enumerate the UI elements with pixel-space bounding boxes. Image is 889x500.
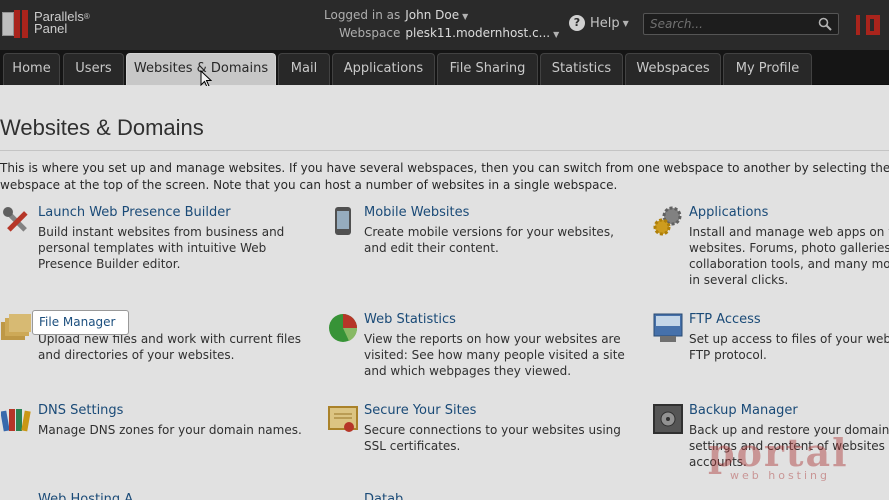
desc-line: SSL certificates. — [364, 439, 461, 453]
feature-title[interactable]: Launch Web Presence Builder — [38, 205, 231, 220]
feature-description: Install and manage web apps on yo websit… — [689, 224, 889, 288]
feature-title[interactable]: FTP Access — [689, 312, 761, 327]
desc-line: Build instant websites from business and — [38, 225, 285, 239]
tab-users[interactable]: Users — [63, 53, 124, 85]
portal-watermark: portal web hosting — [708, 430, 849, 482]
parallels-logo-icon — [0, 8, 30, 38]
desc-line: and directories of your websites. — [38, 348, 235, 362]
tab-home[interactable]: Home — [3, 53, 60, 85]
main-tabs: Home Users Websites & Domains Mail Appli… — [0, 50, 889, 85]
desc-line: in several clicks. — [689, 273, 789, 287]
chevron-down-icon[interactable]: ▼ — [462, 12, 468, 21]
desc-line: Manage DNS zones for your domain names. — [38, 423, 302, 437]
feature-description: Manage DNS zones for your domain names. — [38, 422, 302, 438]
file-manager-link[interactable]: File Manager — [33, 311, 128, 334]
feature-description: View the reports on how your websites ar… — [364, 331, 625, 379]
logged-in-label: Logged in as — [324, 8, 401, 22]
ftp-icon — [653, 313, 683, 342]
help-menu[interactable]: ? Help ▼ — [569, 15, 629, 31]
feature-description: Create mobile versions for your websites… — [364, 224, 624, 256]
tab-statistics[interactable]: Statistics — [540, 53, 623, 85]
account-info: Logged in as John Doe ▼ Webspace plesk11.mo… — [324, 7, 559, 43]
intro-line-2: webspace at the top of the screen. Note … — [0, 178, 618, 192]
help-label: Help — [590, 15, 620, 31]
webspace-label: Webspace — [339, 26, 401, 40]
feature-title: File Manager — [39, 315, 116, 329]
desc-line: and which webpages they viewed. — [364, 364, 572, 378]
feature-title[interactable]: DNS Settings — [38, 403, 123, 418]
top-header: Parallels® Panel Logged in as John Doe ▼ W… — [0, 0, 889, 50]
feature-title[interactable]: Web Hosting A... — [38, 492, 145, 500]
chevron-down-icon: ▼ — [622, 18, 629, 28]
folders-icon — [1, 314, 31, 340]
parallels-logo[interactable]: Parallels® Panel — [0, 8, 90, 38]
tab-file-sharing[interactable]: File Sharing — [437, 53, 538, 85]
tab-applications[interactable]: Applications — [332, 53, 435, 85]
gears-icon — [653, 206, 682, 236]
search-box — [643, 13, 839, 35]
desc-line: Set up access to files of your webs — [689, 332, 889, 346]
desc-line: visited: See how many people visited a s… — [364, 348, 625, 362]
tab-my-profile[interactable]: My Profile — [723, 53, 812, 85]
desc-line: Create mobile versions for your websites… — [364, 225, 614, 239]
brand-reg: ® — [83, 12, 90, 21]
feature-description: Secure connections to your websites usin… — [364, 422, 624, 454]
feature-title[interactable]: Secure Your Sites — [364, 403, 476, 418]
desc-line: Install and manage web apps on yo — [689, 225, 889, 239]
watermark-subtext: web hosting — [730, 469, 830, 482]
page-intro: This is where you set up and manage webs… — [0, 160, 889, 194]
feature-description: Build instant websites from business and… — [38, 224, 298, 272]
desc-line: Secure connections to your websites usin… — [364, 423, 621, 437]
intro-line-1: This is where you set up and manage webs… — [0, 161, 889, 175]
feature-title[interactable]: Datab... — [364, 492, 416, 500]
tools-icon — [3, 207, 28, 232]
feature-title[interactable]: Web Statistics — [364, 312, 456, 327]
dns-books-icon — [1, 409, 31, 432]
feature-description: Set up access to files of your webs FTP … — [689, 331, 889, 363]
certificate-icon — [328, 406, 358, 432]
desc-line: personal templates with intuitive Web — [38, 241, 267, 255]
feature-description: Upload new files and work with current f… — [38, 331, 301, 363]
feature-title[interactable]: Backup Manager — [689, 403, 798, 418]
search-input[interactable] — [650, 16, 810, 32]
desc-line: and edit their content. — [364, 241, 499, 255]
search-icon[interactable] — [818, 17, 832, 31]
webspace-selector[interactable]: plesk11.modernhost.c... — [405, 26, 550, 40]
desc-line: collaboration tools, and many mor — [689, 257, 889, 271]
help-icon: ? — [569, 15, 585, 31]
feature-title[interactable]: Mobile Websites — [364, 205, 469, 220]
tab-webspaces[interactable]: Webspaces — [625, 53, 721, 85]
safe-icon — [653, 404, 683, 434]
desc-line: websites. Forums, photo galleries — [689, 241, 889, 255]
parallels-brand-mark-icon — [856, 12, 889, 38]
desc-line: View the reports on how your websites ar… — [364, 332, 621, 346]
tab-mail[interactable]: Mail — [278, 53, 330, 85]
user-menu[interactable]: John Doe — [405, 8, 459, 22]
pie-chart-icon — [329, 314, 358, 342]
desc-line: Presence Builder editor. — [38, 257, 181, 271]
title-divider — [0, 150, 889, 151]
mobile-phone-icon — [335, 207, 351, 235]
page-title: Websites & Domains — [0, 115, 204, 140]
chevron-down-icon[interactable]: ▼ — [553, 30, 559, 39]
desc-line: FTP protocol. — [689, 348, 767, 362]
feature-title[interactable]: Applications — [689, 205, 768, 220]
brand-product: Panel — [34, 21, 68, 36]
